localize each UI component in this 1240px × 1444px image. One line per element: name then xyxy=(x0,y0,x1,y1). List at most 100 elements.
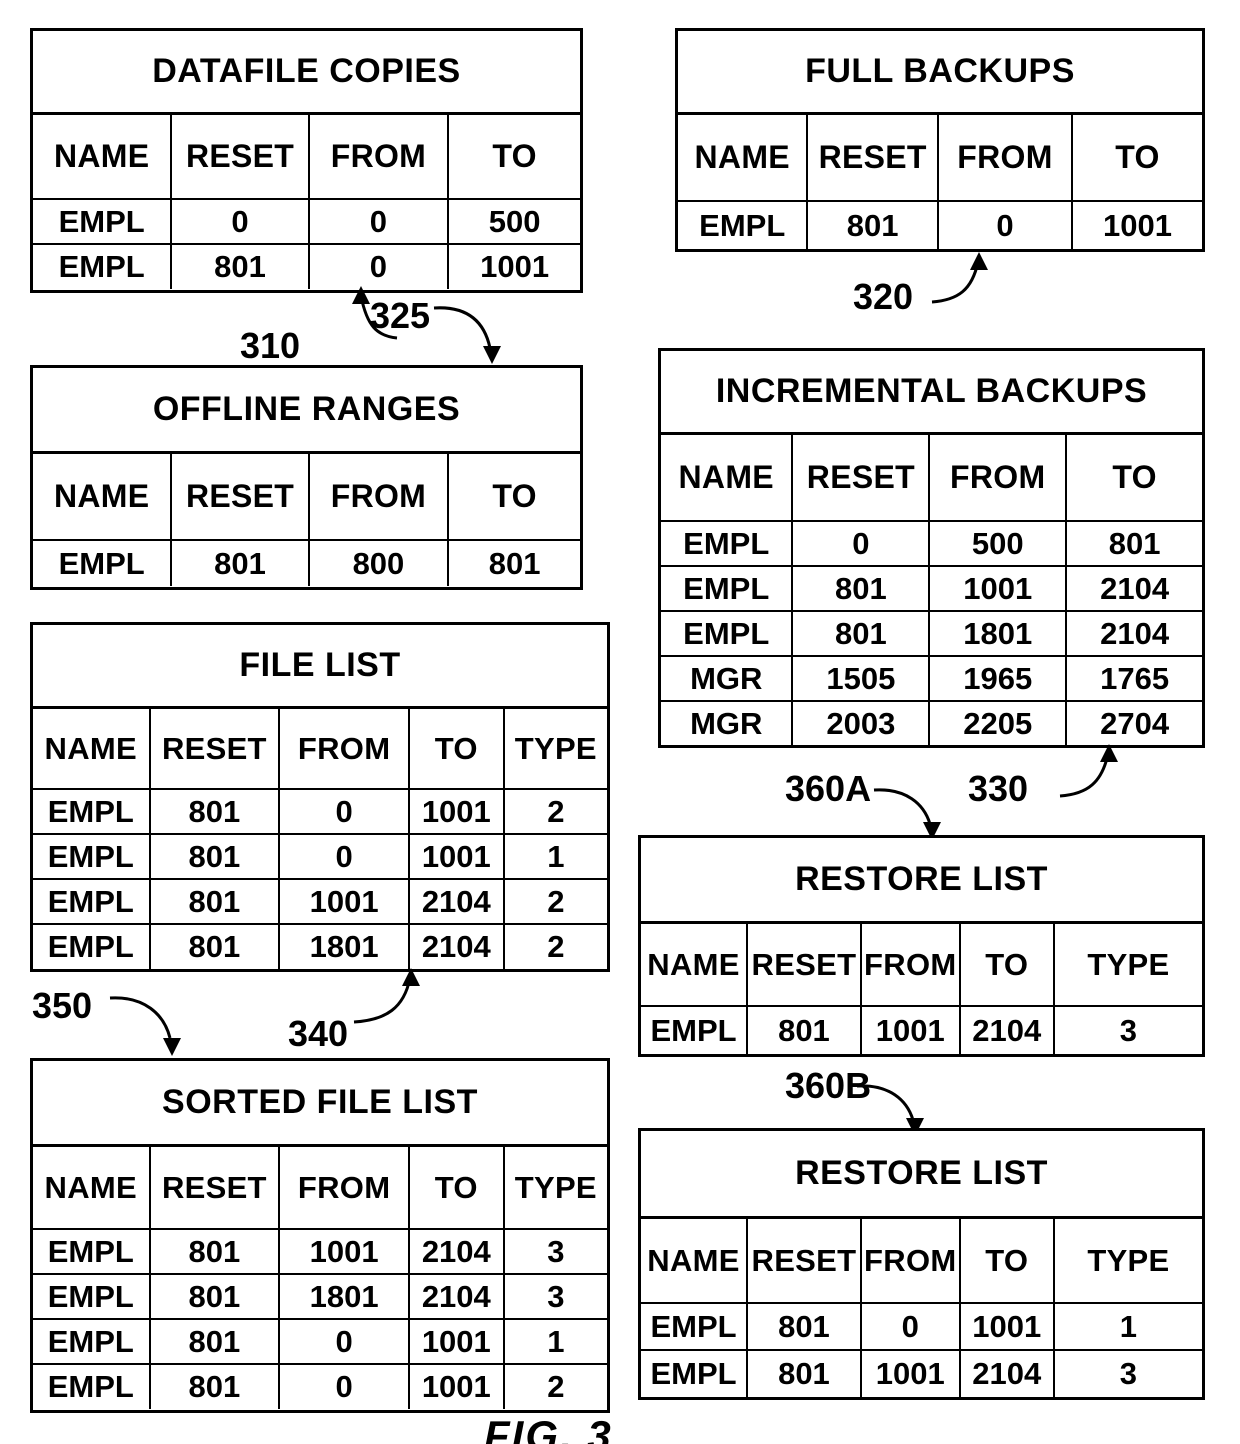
table-grid-sorted-file-list: NAME RESET FROM TO TYPE EMPL 801 1001 21… xyxy=(33,1147,607,1409)
table-title-restore-list-a: RESTORE LIST xyxy=(641,838,1202,924)
cell-name: EMPL xyxy=(661,565,794,612)
cell-from: 2205 xyxy=(928,700,1068,746)
cell-reset: 801 xyxy=(746,1005,862,1054)
table-title-full-backups: FULL BACKUPS xyxy=(678,31,1202,115)
cell-from: 1001 xyxy=(278,878,410,925)
cell-from: 1001 xyxy=(278,1228,410,1275)
table-restore-list-a: RESTORE LIST NAME RESET FROM TO TYPE EMP… xyxy=(638,835,1205,1057)
arrow-340 xyxy=(353,968,420,1024)
cell-reset: 1505 xyxy=(791,655,931,702)
column-header: TO xyxy=(958,924,1055,1007)
table-row: EMPL 801 1801 2104 xyxy=(661,610,1202,657)
column-header: RESET xyxy=(746,924,862,1007)
cell-reset: 801 xyxy=(791,610,931,657)
column-header: TYPE xyxy=(1052,1219,1202,1304)
table-offline-ranges: OFFLINE RANGES NAME RESET FROM TO EMPL 8… xyxy=(30,365,583,590)
cell-reset: 801 xyxy=(148,1363,281,1409)
column-header: RESET xyxy=(148,709,281,790)
cell-type: 2 xyxy=(502,923,607,969)
cell-name: EMPL xyxy=(33,923,151,969)
patent-figure-3: DATAFILE COPIES NAME RESET FROM TO EMPL … xyxy=(0,0,1240,1444)
column-header: NAME xyxy=(641,1219,749,1304)
cell-type: 2 xyxy=(502,1363,607,1409)
table-row: EMPL 801 0 1001 xyxy=(33,243,580,289)
column-header: FROM xyxy=(307,454,450,541)
cell-to: 1001 xyxy=(447,243,580,289)
column-header: NAME xyxy=(661,435,794,522)
table-grid-offline-ranges: NAME RESET FROM TO EMPL 801 800 801 xyxy=(33,454,580,586)
table-header-row: NAME RESET FROM TO TYPE xyxy=(33,1147,607,1230)
table-row: MGR 1505 1965 1765 xyxy=(661,655,1202,702)
cell-from: 0 xyxy=(307,198,450,245)
cell-type: 1 xyxy=(1052,1302,1202,1351)
table-row: EMPL 801 0 1001 2 xyxy=(33,788,607,835)
cell-name: EMPL xyxy=(661,610,794,657)
column-header: RESET xyxy=(170,454,310,541)
column-header: FROM xyxy=(928,435,1068,522)
cell-reset: 801 xyxy=(148,1228,281,1275)
table-incremental-backups: INCREMENTAL BACKUPS NAME RESET FROM TO E… xyxy=(658,348,1205,748)
cell-to: 801 xyxy=(447,539,580,586)
cell-name: MGR xyxy=(661,700,794,746)
cell-type: 1 xyxy=(502,1318,607,1365)
cell-from: 1001 xyxy=(859,1349,961,1397)
cell-reset: 801 xyxy=(746,1349,862,1397)
cell-reset: 801 xyxy=(148,923,281,969)
column-header: FROM xyxy=(859,924,961,1007)
table-row: EMPL 801 0 1001 1 xyxy=(33,1318,607,1365)
cell-to: 1001 xyxy=(407,1318,505,1365)
cell-name: EMPL xyxy=(33,1363,151,1409)
column-header: FROM xyxy=(307,115,450,200)
table-sorted-file-list: SORTED FILE LIST NAME RESET FROM TO TYPE… xyxy=(30,1058,610,1413)
ref-numeral-330: 330 xyxy=(968,768,1029,809)
table-header-row: NAME RESET FROM TO xyxy=(661,435,1202,522)
cell-reset: 801 xyxy=(170,243,310,289)
cell-from: 0 xyxy=(278,1363,410,1409)
cell-to: 2104 xyxy=(407,923,505,969)
table-grid-datafile-copies: NAME RESET FROM TO EMPL 0 0 500 EMPL 801… xyxy=(33,115,580,289)
cell-from: 1801 xyxy=(278,923,410,969)
column-header: TO xyxy=(1071,115,1202,202)
cell-reset: 801 xyxy=(148,1318,281,1365)
cell-from: 1001 xyxy=(928,565,1068,612)
ref-numeral-350: 350 xyxy=(32,985,93,1026)
cell-to: 1001 xyxy=(1071,200,1202,249)
cell-type: 3 xyxy=(502,1228,607,1275)
cell-name: EMPL xyxy=(33,198,173,245)
table-grid-restore-list-a: NAME RESET FROM TO TYPE EMPL 801 1001 21… xyxy=(641,924,1202,1054)
table-full-backups: FULL BACKUPS NAME RESET FROM TO EMPL 801… xyxy=(675,28,1205,252)
column-header: FROM xyxy=(859,1219,961,1304)
cell-reset: 0 xyxy=(170,198,310,245)
cell-from: 0 xyxy=(936,200,1074,249)
ref-numeral-325: 325 xyxy=(370,295,431,336)
column-header: TO xyxy=(1065,435,1202,522)
table-row: EMPL 801 0 1001 1 xyxy=(33,833,607,880)
table-header-row: NAME RESET FROM TO TYPE xyxy=(641,924,1202,1007)
column-header: RESET xyxy=(170,115,310,200)
cell-to: 2104 xyxy=(958,1005,1055,1054)
cell-name: EMPL xyxy=(678,200,809,249)
table-row: EMPL 801 1001 2104 xyxy=(661,565,1202,612)
cell-reset: 801 xyxy=(148,878,281,925)
column-header: RESET xyxy=(148,1147,281,1230)
cell-reset: 801 xyxy=(170,539,310,586)
arrow-325 xyxy=(433,306,501,364)
cell-to: 500 xyxy=(447,198,580,245)
column-header: TO xyxy=(447,115,580,200)
cell-reset: 801 xyxy=(791,565,931,612)
cell-from: 1001 xyxy=(859,1005,961,1054)
cell-name: EMPL xyxy=(33,833,151,880)
cell-type: 2 xyxy=(502,878,607,925)
cell-name: EMPL xyxy=(641,1005,749,1054)
cell-from: 0 xyxy=(278,1318,410,1365)
cell-name: EMPL xyxy=(33,1318,151,1365)
table-header-row: NAME RESET FROM TO xyxy=(33,115,580,200)
table-grid-restore-list-b: NAME RESET FROM TO TYPE EMPL 801 0 1001 … xyxy=(641,1219,1202,1397)
table-grid-full-backups: NAME RESET FROM TO EMPL 801 0 1001 xyxy=(678,115,1202,249)
cell-from: 0 xyxy=(278,833,410,880)
cell-reset: 0 xyxy=(791,520,931,567)
table-row: EMPL 801 1801 2104 3 xyxy=(33,1273,607,1320)
cell-type: 2 xyxy=(502,788,607,835)
cell-from: 1801 xyxy=(928,610,1068,657)
table-title-file-list: FILE LIST xyxy=(33,625,607,709)
